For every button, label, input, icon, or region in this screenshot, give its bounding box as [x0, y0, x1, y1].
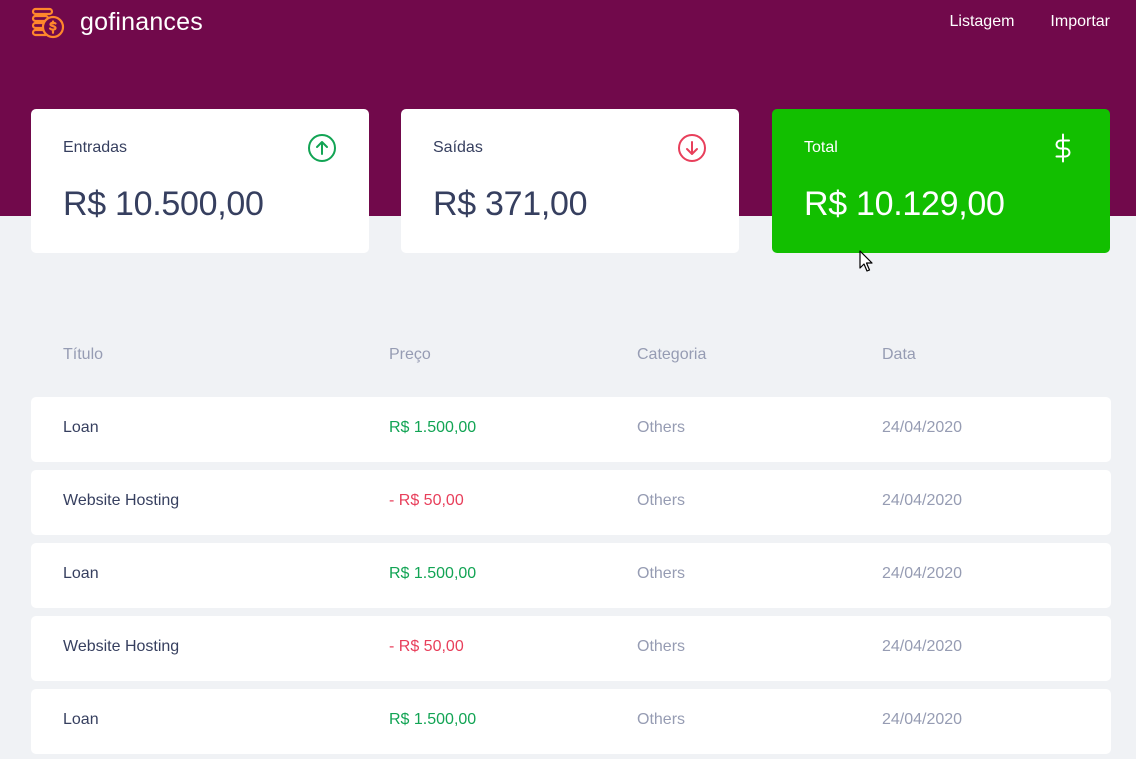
main-nav: Listagem Importar — [914, 13, 1111, 31]
table-row[interactable]: Loan R$ 1.500,00 Others 24/04/2020 — [31, 543, 1111, 608]
table-header: Título Preço Categoria Data — [31, 346, 1111, 368]
row-title: Website Hosting — [63, 638, 180, 655]
column-title[interactable]: Título — [63, 346, 103, 364]
income-card: Entradas R$ 10.500,00 — [31, 109, 369, 253]
row-price: - R$ 50,00 — [389, 638, 464, 655]
outcome-label: Saídas — [433, 139, 483, 156]
arrow-down-circle-icon — [678, 134, 706, 162]
table-row[interactable]: Website Hosting - R$ 50,00 Others 24/04/202… — [31, 470, 1111, 535]
row-title: Website Hosting — [63, 492, 180, 509]
table-row[interactable]: Loan R$ 1.500,00 Others 24/04/2020 — [31, 689, 1111, 754]
dollar-sign-icon — [1055, 133, 1071, 163]
row-category: Others — [637, 711, 686, 728]
income-value: R$ 10.500,00 — [63, 185, 264, 223]
row-price: R$ 1.500,00 — [389, 711, 477, 728]
coins-logo-icon — [31, 7, 65, 39]
income-label: Entradas — [63, 139, 128, 156]
nav-listagem[interactable]: Listagem — [950, 13, 1015, 31]
table-row[interactable]: Loan R$ 1.500,00 Others 24/04/2020 — [31, 397, 1111, 462]
row-category: Others — [637, 492, 686, 509]
outcome-value: R$ 371,00 — [433, 185, 588, 223]
total-label: Total — [804, 139, 838, 156]
row-date: 24/04/2020 — [882, 419, 963, 436]
row-price: R$ 1.500,00 — [389, 565, 477, 582]
column-category[interactable]: Categoria — [637, 346, 706, 364]
brand-name: gofinances — [80, 7, 203, 36]
row-date: 24/04/2020 — [882, 492, 963, 509]
row-title: Loan — [63, 419, 99, 436]
brand-logo[interactable]: gofinances — [30, 4, 203, 40]
mouse-cursor-icon — [859, 250, 873, 272]
row-category: Others — [637, 419, 686, 436]
row-title: Loan — [63, 565, 99, 582]
column-price[interactable]: Preço — [389, 346, 431, 364]
row-category: Others — [637, 565, 686, 582]
row-category: Others — [637, 638, 686, 655]
table-row[interactable]: Website Hosting - R$ 50,00 Others 24/04/202… — [31, 616, 1111, 681]
row-title: Loan — [63, 711, 99, 728]
row-date: 24/04/2020 — [882, 638, 963, 655]
column-date[interactable]: Data — [882, 346, 916, 364]
row-price: R$ 1.500,00 — [389, 419, 477, 436]
nav-importar[interactable]: Importar — [1050, 13, 1110, 31]
row-date: 24/04/2020 — [882, 565, 963, 582]
outcome-card: Saídas R$ 371,00 — [401, 109, 739, 253]
total-card: Total R$ 10.129,00 — [772, 109, 1110, 253]
total-value: R$ 10.129,00 — [804, 185, 1005, 223]
row-price: - R$ 50,00 — [389, 492, 464, 509]
arrow-up-circle-icon — [308, 134, 336, 162]
row-date: 24/04/2020 — [882, 711, 963, 728]
